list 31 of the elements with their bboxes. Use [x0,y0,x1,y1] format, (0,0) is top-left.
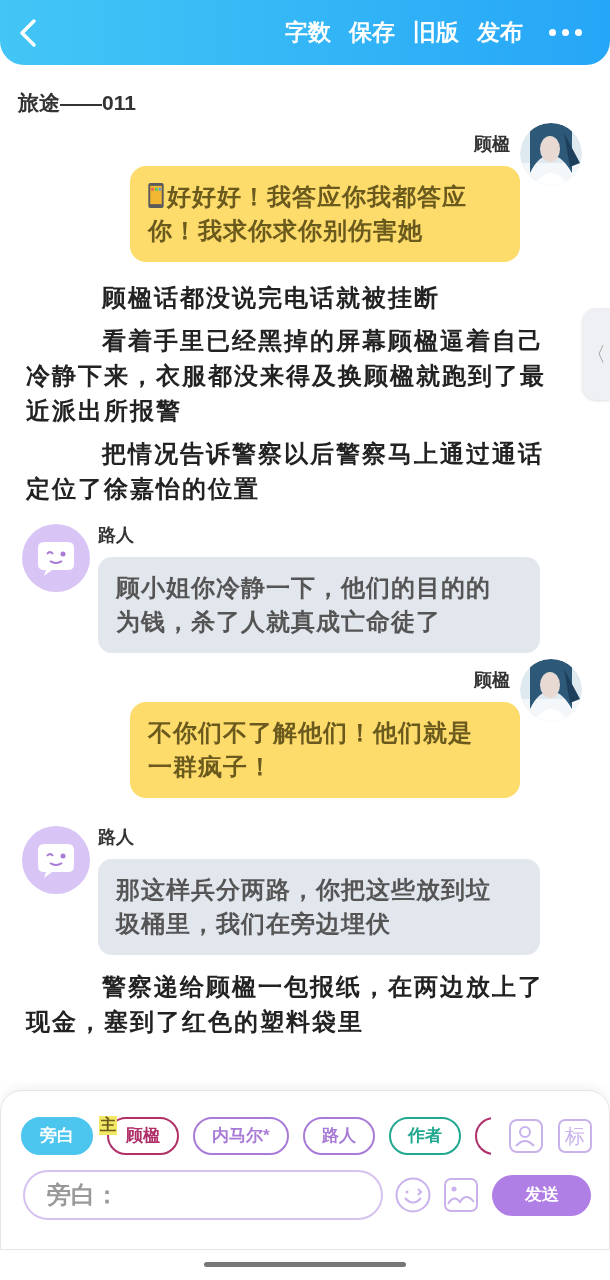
chapter-title: 旅途——011 [17,90,137,116]
person-icon[interactable] [509,1119,543,1153]
message-bubble: 那这样兵分两路，你把这些放到垃圾桶里，我们在旁边埋伏 [98,858,540,955]
header-action[interactable]: 字数 [285,15,331,50]
emoji-icon[interactable] [395,1177,431,1213]
chat-bubble-avatar-icon [22,825,90,894]
speaker-name: 路人 [98,523,134,547]
message-bubble: 顾小姐你冷静一下，他们的目的的为钱，杀了人就真成亡命徒了 [98,556,540,653]
main-badge: 主 [99,1116,117,1135]
role-chip[interactable]: 内马尔* [193,1117,289,1155]
header-action[interactable]: 发布 [477,15,523,50]
header-action[interactable]: 保存 [349,15,395,50]
header-action[interactable]: 旧版 [413,15,459,50]
role-chip[interactable]: 作者 [388,1117,461,1155]
chat-bubble-avatar-icon [22,523,90,592]
narration-text: 警察递给顾楹一包报纸，在两边放上了现金，塞到了红色的塑料袋里 [26,971,545,1037]
send-button[interactable]: 发送 [492,1174,591,1216]
input-field[interactable]: 旁白： [23,1170,383,1220]
narration-text: 看着手里已经黑掉的屏幕顾楹逼着自己冷静下来，衣服都没来得及换顾楹就跑到了最近派出所报警 [26,325,547,426]
narration-text: 把情况告诉警察以后警察马上通过通话定位了徐嘉怡的位置 [26,438,545,504]
narration-text: 顾楹话都没说完电话就被挂断 [100,282,441,313]
message-bubble: 好好好！我答应你我都答应你！我求你求你别伤害她 [130,165,520,262]
side-tab[interactable]: 〈 [582,308,610,400]
speaker-name: 路人 [98,825,134,849]
message-bubble: 不你们不了解他们！他们就是一群疯子！ [130,701,520,798]
mark-button[interactable]: 标 [558,1119,592,1153]
role-chip[interactable]: 旁白 [21,1117,93,1155]
image-icon[interactable] [444,1178,478,1212]
speaker-name: 顾楹 [474,668,510,692]
speaker-name: 顾楹 [474,132,510,156]
role-chip[interactable]: 路人 [302,1117,375,1155]
